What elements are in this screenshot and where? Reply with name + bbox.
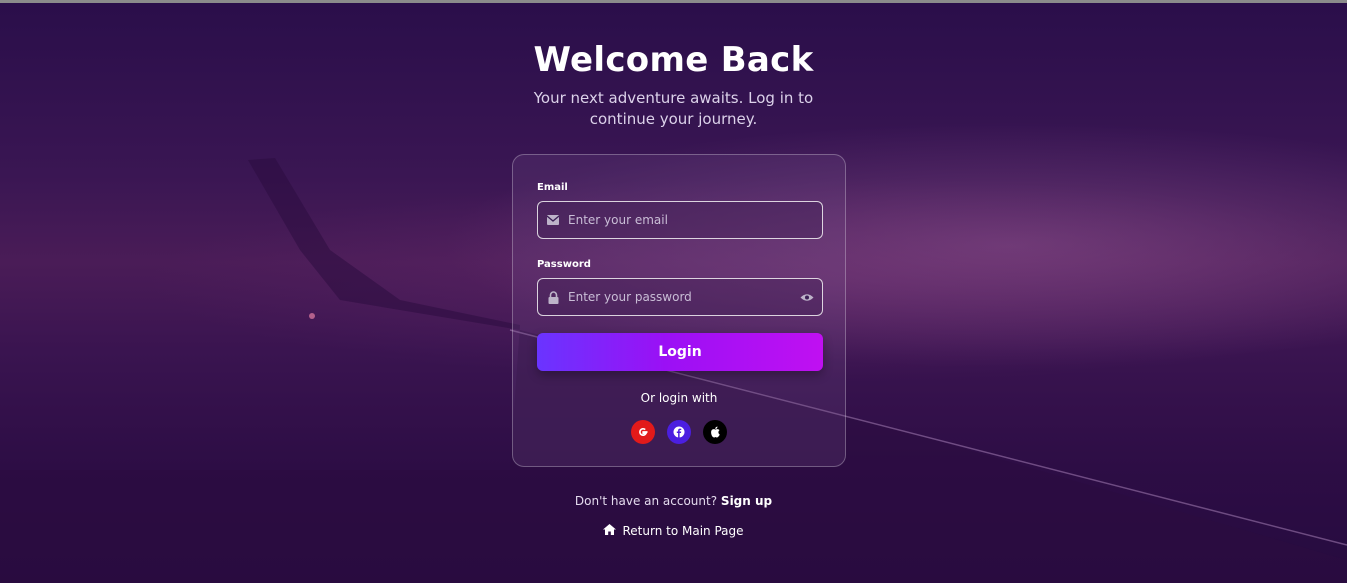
facebook-login-button[interactable] — [667, 420, 691, 444]
google-login-button[interactable] — [631, 420, 655, 444]
email-label: Email — [537, 182, 568, 193]
header: Welcome Back Your next adventure awaits.… — [0, 40, 1347, 130]
social-login-group — [513, 420, 845, 444]
password-label: Password — [537, 259, 591, 270]
signup-prompt: Don't have an account? Sign up — [0, 494, 1347, 508]
signup-prompt-text: Don't have an account? — [574, 494, 718, 508]
google-icon — [639, 428, 648, 436]
page-title: Welcome Back — [533, 40, 814, 80]
email-field-wrapper — [537, 201, 823, 239]
facebook-icon — [673, 426, 685, 438]
apple-icon — [710, 426, 720, 438]
return-main-page-label: Return to Main Page — [622, 524, 744, 538]
home-icon — [603, 524, 617, 538]
login-card: Email Password Login Or login with — [512, 154, 846, 467]
page-subtitle: Your next adventure awaits. Log in to co… — [533, 89, 814, 128]
top-border — [0, 0, 1347, 3]
password-input[interactable] — [568, 279, 792, 315]
email-input[interactable] — [568, 202, 822, 238]
login-button[interactable]: Login — [537, 333, 823, 371]
lock-icon — [538, 290, 568, 304]
eye-icon[interactable] — [792, 293, 822, 302]
envelope-icon — [538, 215, 568, 225]
return-main-page-link[interactable]: Return to Main Page — [0, 524, 1347, 538]
password-field-wrapper — [537, 278, 823, 316]
signup-link[interactable]: Sign up — [721, 494, 772, 508]
apple-login-button[interactable] — [703, 420, 727, 444]
or-login-with-text: Or login with — [640, 391, 718, 405]
